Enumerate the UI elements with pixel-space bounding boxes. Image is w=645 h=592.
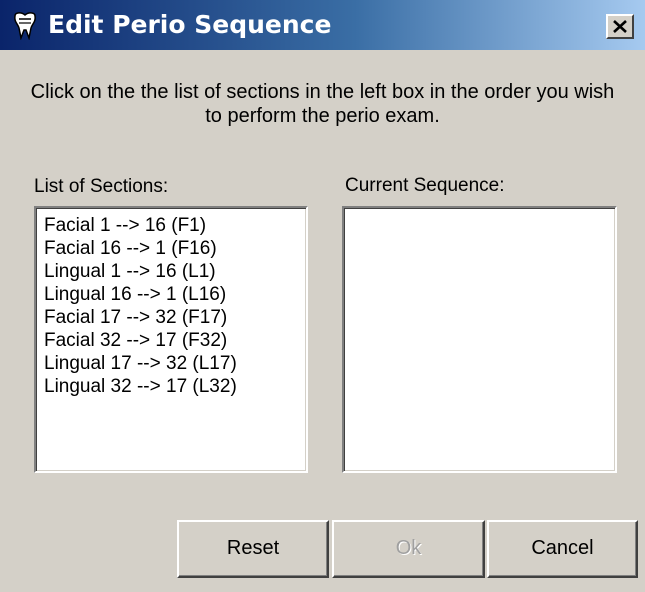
title-bar[interactable]: Edit Perio Sequence [0,0,645,50]
reset-button[interactable]: Reset [177,520,329,578]
list-item[interactable]: Lingual 17 --> 32 (L17) [44,352,306,375]
list-item[interactable]: Lingual 16 --> 1 (L16) [44,283,306,306]
sequence-label: Current Sequence: [345,175,505,196]
ok-button: Ok [332,520,485,578]
cancel-button[interactable]: Cancel [487,520,638,578]
close-button[interactable] [606,14,634,39]
list-item[interactable]: Facial 17 --> 32 (F17) [44,306,306,329]
tooth-app-icon [10,10,40,41]
sections-label: List of Sections: [34,176,169,197]
list-item[interactable]: Facial 1 --> 16 (F1) [44,214,306,237]
sections-list: Facial 1 --> 16 (F1) Facial 16 --> 1 (F1… [36,208,306,398]
list-item[interactable]: Facial 32 --> 17 (F32) [44,329,306,352]
sections-listbox[interactable]: Facial 1 --> 16 (F1) Facial 16 --> 1 (F1… [34,206,308,473]
sequence-listbox[interactable] [342,206,617,473]
window-title: Edit Perio Sequence [48,10,332,39]
edit-perio-sequence-dialog: Edit Perio Sequence Click on the the lis… [0,0,645,592]
instructions-text: Click on the the list of sections in the… [30,81,615,127]
list-item[interactable]: Facial 16 --> 1 (F16) [44,237,306,260]
list-item[interactable]: Lingual 32 --> 17 (L32) [44,375,306,398]
list-item[interactable]: Lingual 1 --> 16 (L1) [44,260,306,283]
close-icon [613,20,627,33]
